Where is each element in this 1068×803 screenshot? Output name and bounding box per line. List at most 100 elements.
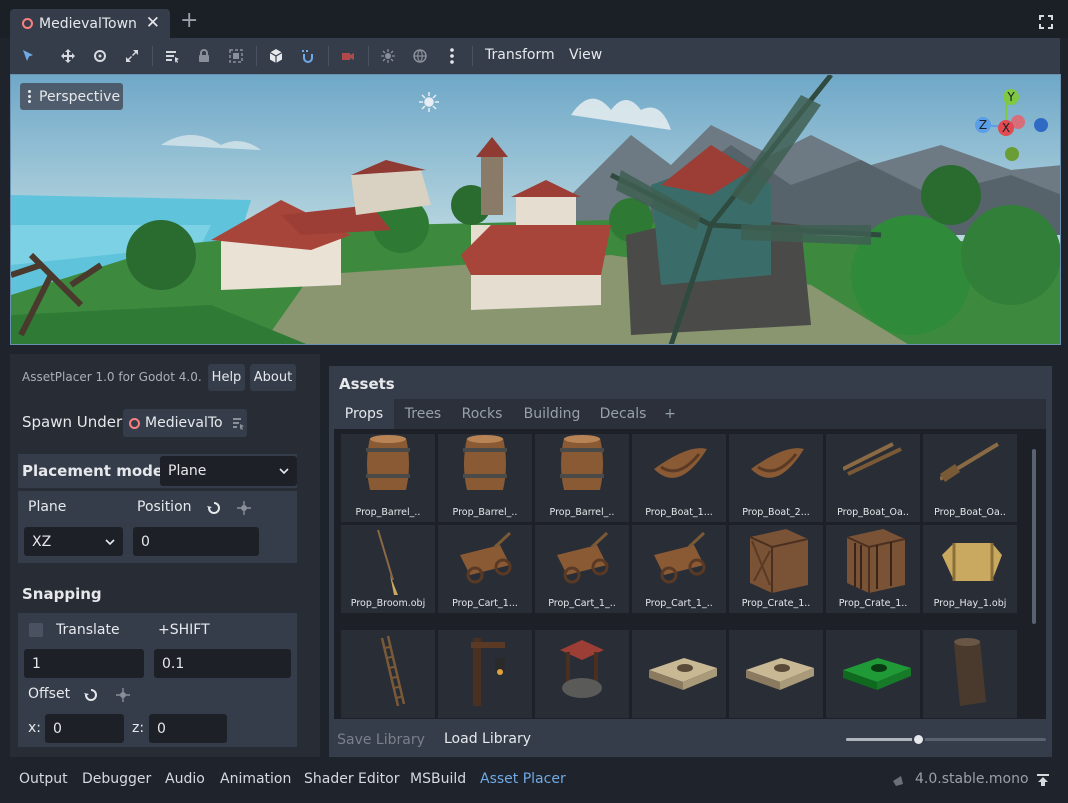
asset-grid: Prop_Barrel_.. Prop_Barrel_.. Prop_Barre… — [334, 429, 1046, 719]
msbuild-panel-button[interactable]: MSBuild — [410, 771, 466, 787]
group-icon[interactable] — [224, 38, 248, 74]
pick-offset-icon[interactable] — [115, 687, 131, 703]
assets-title: Assets — [339, 375, 395, 393]
tab-rocks[interactable]: Rocks — [452, 399, 512, 429]
asset-label: Prop_Barrel_.. — [549, 507, 615, 518]
sun-preview-icon[interactable] — [376, 38, 400, 74]
asset-tile[interactable]: Prop_Crate_1.. — [729, 525, 823, 613]
more-options-icon[interactable] — [440, 38, 464, 74]
asset-tile[interactable] — [632, 630, 726, 718]
perspective-menu[interactable]: Perspective — [20, 83, 123, 110]
lock-icon[interactable] — [192, 38, 216, 74]
cart-icon — [557, 531, 609, 584]
plugin-title: AssetPlacer 1.0 for Godot 4.0. — [22, 370, 202, 384]
translate-checkbox[interactable] — [29, 623, 43, 637]
asset-tile[interactable]: Prop_Barrel_.. — [438, 434, 532, 522]
toolbar-separator — [472, 46, 473, 66]
asset-tile[interactable] — [729, 630, 823, 718]
boat-icon — [751, 448, 804, 478]
close-icon[interactable]: ✕ — [146, 13, 160, 33]
shift-snap-input[interactable]: 0.1 — [154, 649, 291, 678]
gizmo-z-label: Z — [979, 118, 987, 132]
bottom-panel-bar: Output Debugger Audio Animation Shader E… — [0, 766, 1068, 803]
load-library-button[interactable]: Load Library — [444, 731, 531, 747]
tab-trees[interactable]: Trees — [394, 399, 452, 429]
save-library-button[interactable]: Save Library — [334, 725, 428, 754]
asset-tile[interactable]: Prop_Boat_2... — [729, 434, 823, 522]
well-icon — [560, 640, 604, 698]
output-panel-button[interactable]: Output — [19, 771, 68, 787]
move-tool-icon[interactable] — [56, 38, 80, 74]
debugger-panel-button[interactable]: Debugger — [82, 771, 151, 787]
asset-placer-panel-button[interactable]: Asset Placer — [480, 771, 566, 787]
snap-icon[interactable] — [296, 38, 320, 74]
gizmo-x-label: X — [1002, 121, 1010, 135]
view-menu[interactable]: View — [569, 47, 602, 63]
offset-x-input[interactable]: 0 — [45, 714, 124, 743]
distraction-free-icon[interactable] — [1038, 14, 1054, 30]
position-input[interactable]: 0 — [133, 527, 259, 556]
about-button[interactable]: About — [250, 364, 296, 391]
thumbnail-size-slider[interactable] — [846, 733, 1046, 746]
3d-viewport[interactable]: Perspective Y Z X — [10, 74, 1061, 345]
asset-tile[interactable]: Prop_Broom.obj — [341, 525, 435, 613]
asset-label: Prop_Boat_1... — [645, 507, 713, 518]
stone-slab-icon — [746, 658, 814, 690]
toolbar-separator — [368, 46, 369, 66]
audio-panel-button[interactable]: Audio — [165, 771, 205, 787]
camera-preview-icon[interactable] — [336, 38, 360, 74]
rotate-tool-icon[interactable] — [88, 38, 112, 74]
transform-menu[interactable]: Transform — [485, 47, 555, 63]
hay-bale-icon — [942, 543, 1002, 581]
tab-decals[interactable]: Decals — [592, 399, 654, 429]
orientation-gizmo[interactable]: Y Z X — [969, 85, 1055, 165]
oar-icon — [940, 442, 1000, 482]
list-select-icon[interactable] — [160, 38, 184, 74]
asset-tile[interactable]: Prop_Barrel_.. — [535, 434, 629, 522]
asset-tile[interactable]: Prop_Cart_1_.. — [632, 525, 726, 613]
select-tool-icon[interactable] — [16, 38, 40, 74]
asset-tile[interactable]: Prop_Boat_1... — [632, 434, 726, 522]
tab-props[interactable]: Props — [334, 399, 394, 429]
asset-label: Prop_Cart_1_.. — [548, 598, 616, 609]
add-library-tab[interactable]: + — [654, 399, 686, 429]
local-space-icon[interactable] — [264, 38, 288, 74]
placement-mode-select[interactable]: Plane — [160, 456, 297, 486]
add-scene-tab-button[interactable]: + — [180, 10, 198, 32]
boat-icon — [654, 448, 707, 478]
asset-tile[interactable] — [438, 630, 532, 718]
reset-icon[interactable] — [206, 500, 222, 516]
asset-tile[interactable] — [341, 630, 435, 718]
asset-tile[interactable]: Prop_Boat_Oa.. — [826, 434, 920, 522]
asset-tile[interactable]: Prop_Boat_Oa.. — [923, 434, 1017, 522]
scene-node-icon — [129, 417, 140, 429]
tab-building[interactable]: Building — [512, 399, 592, 429]
animation-panel-button[interactable]: Animation — [220, 771, 291, 787]
asset-tile[interactable] — [826, 630, 920, 718]
reset-icon[interactable] — [83, 687, 99, 703]
shift-label: +SHIFT — [158, 622, 210, 638]
crate-icon — [846, 529, 906, 593]
scale-tool-icon[interactable] — [120, 38, 144, 74]
toolbar-separator — [328, 46, 329, 66]
pick-position-icon[interactable] — [236, 500, 252, 516]
asset-tile[interactable]: Prop_Cart_1_.. — [535, 525, 629, 613]
grid-scrollbar[interactable] — [1032, 449, 1036, 624]
translate-snap-input[interactable]: 1 — [24, 649, 144, 678]
asset-tile[interactable]: Prop_Barrel_.. — [341, 434, 435, 522]
environment-preview-icon[interactable] — [408, 38, 432, 74]
expand-panel-icon[interactable] — [1036, 773, 1050, 787]
help-button[interactable]: Help — [208, 364, 245, 391]
shader-editor-panel-button[interactable]: Shader Editor — [304, 771, 399, 787]
asset-tile[interactable]: Prop_Cart_1... — [438, 525, 532, 613]
spawn-under-node-picker[interactable]: MedievalTo — [123, 409, 247, 437]
toolbar-separator — [256, 46, 257, 66]
plane-select[interactable]: XZ — [24, 527, 123, 556]
asset-tile[interactable] — [923, 630, 1017, 718]
asset-tile[interactable]: Prop_Crate_1.. — [826, 525, 920, 613]
slider-grabber[interactable] — [912, 733, 925, 746]
offset-z-input[interactable]: 0 — [149, 714, 227, 743]
asset-tile[interactable]: Prop_Hay_1.obj — [923, 525, 1017, 613]
asset-tile[interactable] — [535, 630, 629, 718]
scene-tab-medievaltown[interactable]: MedievalTown ✕ — [10, 9, 170, 38]
